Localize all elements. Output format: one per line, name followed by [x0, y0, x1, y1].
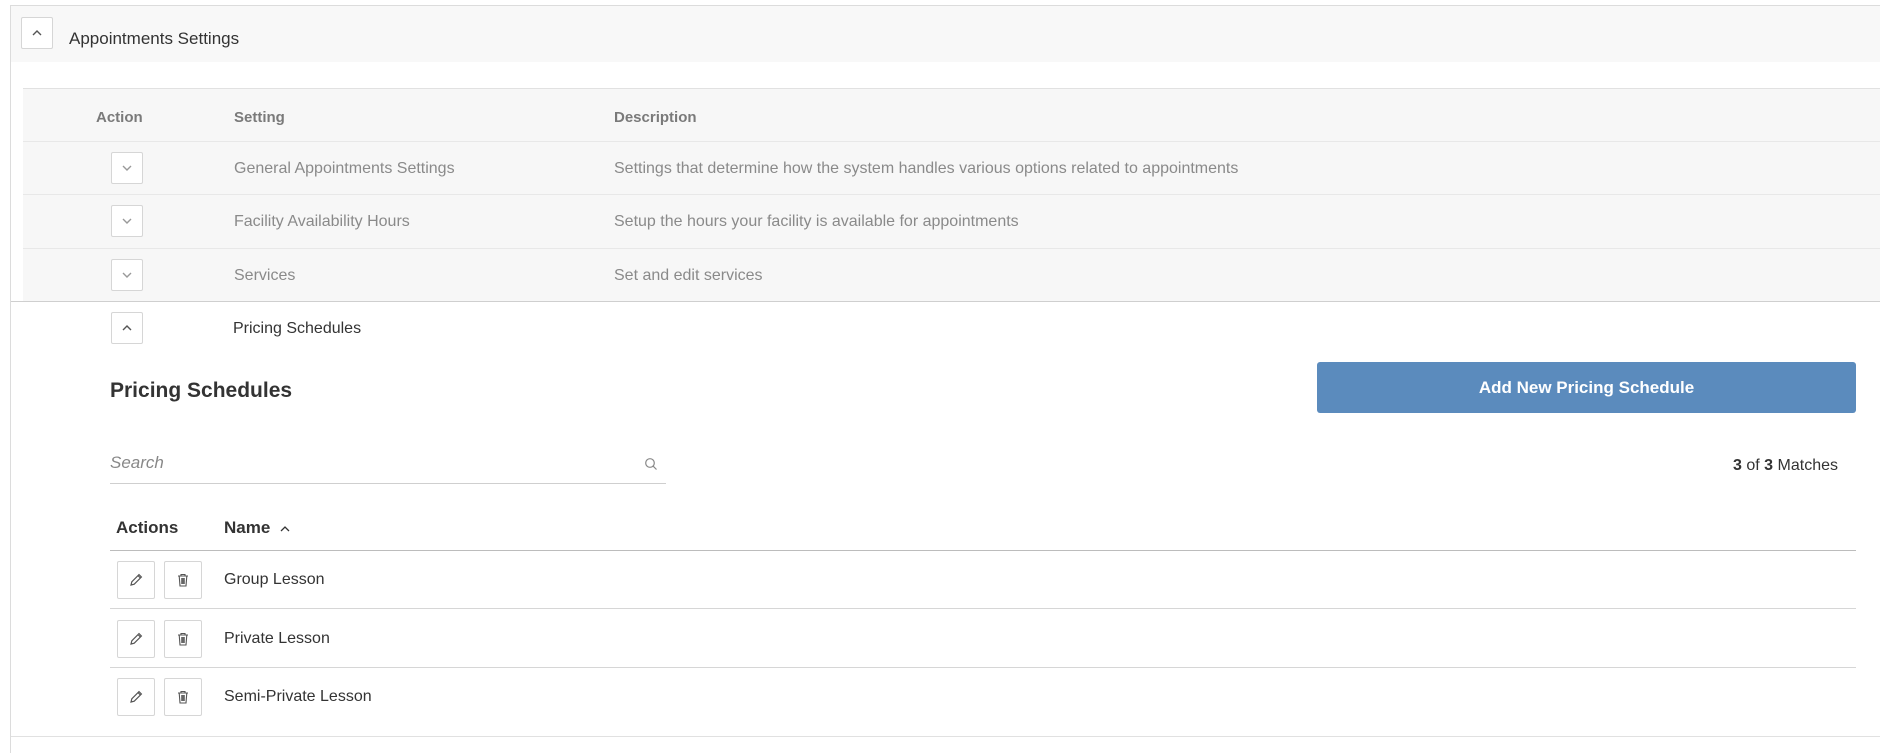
column-header-name[interactable]: Name [224, 518, 291, 538]
pricing-schedule-name: Private Lesson [224, 630, 330, 647]
settings-row: General Appointments Settings Settings t… [23, 141, 1880, 194]
expand-row-button[interactable] [111, 205, 143, 237]
panel-title: Appointments Settings [69, 29, 240, 48]
trash-icon [178, 632, 188, 646]
pencil-icon [130, 632, 143, 645]
chevron-down-icon [122, 272, 132, 278]
setting-description: Setup the hours your facility is availab… [614, 213, 1019, 230]
column-header-setting: Setting [234, 109, 285, 126]
column-header-description: Description [614, 109, 697, 126]
setting-description: Set and edit services [614, 267, 763, 284]
expand-row-button[interactable] [111, 152, 143, 184]
chevron-down-icon [122, 165, 132, 171]
table-row: Private Lesson [110, 610, 1856, 668]
pricing-schedule-name: Semi-Private Lesson [224, 688, 372, 705]
sort-ascending-icon [280, 525, 290, 531]
edit-button[interactable] [117, 620, 155, 658]
settings-table: Action Setting Description General Appoi… [23, 88, 1880, 301]
edit-button[interactable] [117, 561, 155, 599]
search-icon[interactable] [644, 457, 658, 471]
pencil-icon [130, 573, 143, 586]
match-count: 3 of 3 Matches [1733, 457, 1838, 475]
collapse-row-button[interactable] [111, 312, 143, 344]
search-input[interactable] [110, 444, 630, 482]
pricing-schedules-title: Pricing Schedules [110, 379, 293, 402]
settings-row: Services Set and edit services [23, 248, 1880, 301]
match-total: 3 [1764, 457, 1774, 474]
setting-name: Pricing Schedules [233, 320, 362, 337]
column-header-action: Action [96, 109, 143, 126]
match-shown: 3 [1733, 457, 1742, 474]
pricing-schedules-section: Pricing Schedules Pricing Schedules Add … [11, 301, 1880, 737]
setting-name: Facility Availability Hours [234, 213, 410, 230]
column-header-name-label: Name [224, 518, 271, 537]
trash-icon [178, 690, 188, 704]
edit-button[interactable] [117, 678, 155, 716]
search-box [110, 444, 666, 484]
chevron-up-icon [122, 325, 132, 331]
settings-row: Facility Availability Hours Setup the ho… [23, 194, 1880, 247]
column-header-actions: Actions [116, 518, 179, 537]
delete-button[interactable] [164, 561, 202, 599]
table-row: Group Lesson [110, 551, 1856, 609]
setting-description: Settings that determine how the system h… [614, 160, 1239, 177]
setting-name: Services [234, 267, 296, 284]
appointments-settings-panel: Appointments Settings Action Setting Des… [10, 5, 1880, 753]
match-of: of [1746, 457, 1760, 474]
chevron-up-icon [32, 30, 42, 36]
delete-button[interactable] [164, 678, 202, 716]
pricing-schedule-name: Group Lesson [224, 571, 325, 588]
delete-button[interactable] [164, 620, 202, 658]
chevron-down-icon [122, 218, 132, 224]
collapse-panel-button[interactable] [21, 17, 53, 49]
trash-icon [178, 573, 188, 587]
match-label: Matches [1777, 457, 1838, 474]
add-pricing-schedule-button[interactable]: Add New Pricing Schedule [1317, 362, 1856, 413]
setting-name: General Appointments Settings [234, 160, 455, 177]
expand-row-button[interactable] [111, 259, 143, 291]
panel-header: Appointments Settings [11, 6, 1880, 62]
table-row: Semi-Private Lesson [110, 668, 1856, 726]
pencil-icon [130, 690, 143, 703]
